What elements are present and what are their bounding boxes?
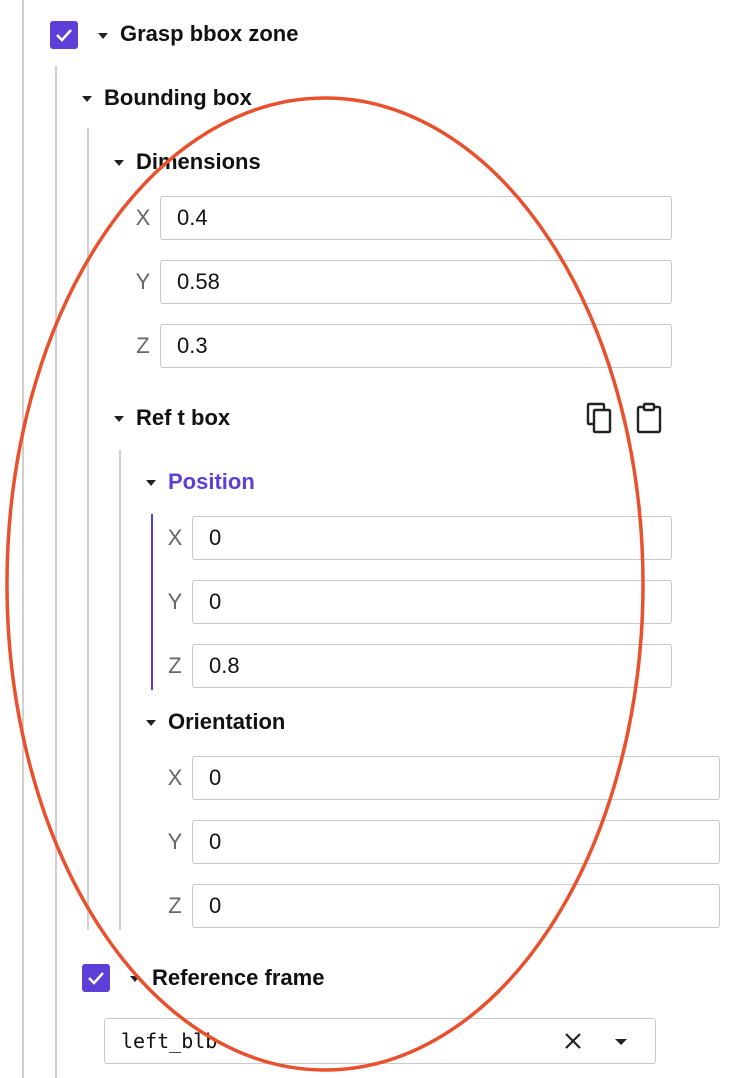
axis-label-x: X (135, 205, 151, 230)
orientation-title: Orientation (168, 709, 286, 734)
position-active-line (151, 514, 153, 690)
position-title: Position (168, 469, 255, 494)
dimensions-title: Dimensions (136, 149, 261, 174)
axis-label-y: Y (167, 589, 183, 614)
reference-frame-title: Reference frame (152, 965, 325, 990)
axis-label-x: X (167, 525, 183, 550)
copy-button[interactable] (584, 400, 616, 436)
axis-label-y: Y (167, 829, 183, 854)
caret-down-icon[interactable] (114, 416, 124, 422)
orientation-y-input[interactable]: 0 (192, 820, 720, 864)
position-z-input[interactable]: 0.8 (192, 644, 672, 688)
checkmark-icon (56, 29, 72, 42)
caret-down-icon[interactable] (82, 96, 92, 102)
clear-icon[interactable] (563, 1031, 583, 1056)
tree-guide-line (87, 128, 89, 930)
caret-down-icon[interactable] (98, 33, 108, 39)
axis-label-y: Y (135, 269, 151, 294)
tree-guide-line (119, 450, 121, 930)
caret-down-icon[interactable] (130, 976, 140, 982)
orientation-z-input[interactable]: 0 (192, 884, 720, 928)
tree-guide-line (22, 0, 24, 1078)
axis-label-x: X (167, 765, 183, 790)
reference-frame-value: left_blb (121, 1029, 218, 1053)
orientation-x-input[interactable]: 0 (192, 756, 720, 800)
grasp-zone-checkbox[interactable] (50, 21, 78, 49)
reference-frame-select[interactable]: left_blb (104, 1018, 656, 1064)
axis-label-z: Z (168, 893, 182, 918)
grasp-zone-title: Grasp bbox zone (120, 21, 299, 46)
clipboard-icon (636, 402, 662, 434)
bounding-box-title: Bounding box (104, 85, 252, 110)
dimension-z-input[interactable]: 0.3 (160, 324, 672, 368)
position-y-input[interactable]: 0 (192, 580, 672, 624)
dimension-x-input[interactable]: 0.4 (160, 196, 672, 240)
copy-icon (586, 402, 612, 434)
caret-down-icon[interactable] (146, 720, 156, 726)
paste-button[interactable] (633, 400, 665, 436)
dropdown-caret-icon[interactable] (615, 1039, 627, 1045)
tree-guide-line (55, 66, 57, 1078)
reference-frame-checkbox[interactable] (82, 964, 110, 992)
position-x-input[interactable]: 0 (192, 516, 672, 560)
axis-label-z: Z (168, 653, 182, 678)
checkmark-icon (88, 972, 104, 985)
axis-label-z: Z (136, 333, 150, 358)
caret-down-icon[interactable] (146, 480, 156, 486)
dimension-y-input[interactable]: 0.58 (160, 260, 672, 304)
caret-down-icon[interactable] (114, 160, 124, 166)
ref-box-title: Ref t box (136, 405, 231, 430)
